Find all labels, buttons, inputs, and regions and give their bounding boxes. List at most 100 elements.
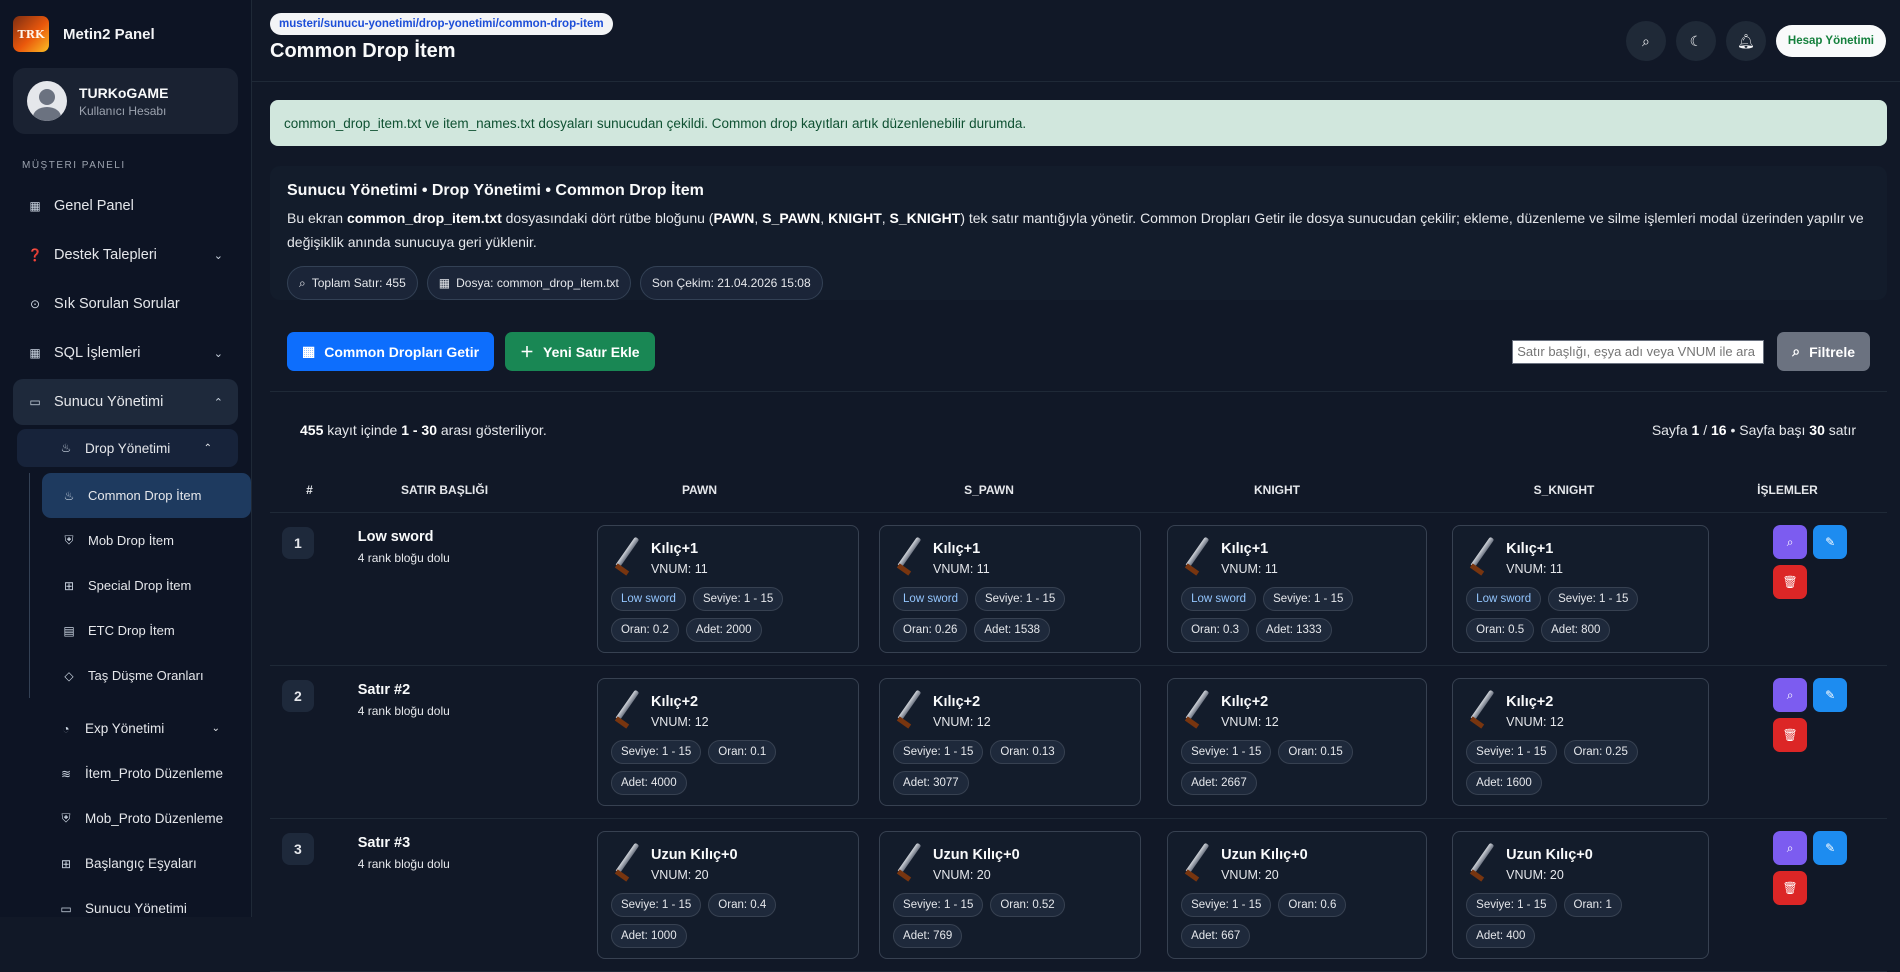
delete-button[interactable]: 🗑︎ [1773,565,1808,599]
delete-button[interactable]: 🗑︎ [1773,718,1808,752]
item-tags: Low sword Seviye: 1 - 15 Oran: 0.5 Adet: 80… [1466,587,1695,642]
add-row-button[interactable]: ＋ Yeni Satır Ekle [505,332,655,371]
row-number: 3 [282,833,314,865]
item-vnum: VNUM: 11 [1506,561,1563,576]
gift-icon: ⊞ [63,578,75,593]
shield-icon: ⛨ [64,533,74,547]
sidebar-item-label: Destek Talepleri [54,247,157,263]
edit-button[interactable]: ✎ [1813,831,1848,865]
search-input[interactable] [1512,339,1765,364]
theme-toggle-button[interactable]: ☾ [1675,21,1716,61]
sidebar-item-genel-panel[interactable]: ▦ Genel Panel [13,183,238,229]
rank-card[interactable]: Uzun Kılıç+0 VNUM: 20 Seviye: 1 - 15 Oran: … [1167,831,1428,959]
item-tag: Oran: 0.25 [1563,740,1638,764]
user-card[interactable]: TURKoGAME Kullanıcı Hesabı [13,68,238,134]
sidebar-item-item-proto[interactable]: ≋ İtem_Proto Düzenleme [13,751,238,796]
chip-total-rows: ⌕ Toplam Satır: 455 [287,266,418,300]
trash-icon: 🗑︎ [1782,575,1798,589]
item-tag: Seviye: 1 - 15 [1181,740,1272,764]
rank-card[interactable]: Uzun Kılıç+0 VNUM: 20 Seviye: 1 - 15 Oran: … [879,831,1142,959]
item-tag: Adet: 1600 [1466,771,1542,795]
item-tag: Seviye: 1 - 15 [1466,893,1557,917]
item-name: Kılıç+2 [933,693,981,710]
table-body: 1 Low sword 4 rank bloğu dolu Kılıç+1 VNUM: … [252,513,1900,972]
rank-card[interactable]: Kılıç+2 VNUM: 12 Seviye: 1 - 15 Oran: 0.25 A… [1452,678,1710,806]
sidebar-item-special-drop[interactable]: ⊞ Special Drop İtem [42,563,238,608]
user-name: TURKoGAME [79,84,169,101]
rank-card[interactable]: Kılıç+2 VNUM: 12 Seviye: 1 - 15 Oran: 0.15 A… [1167,678,1428,806]
plus-icon: ＋ [520,343,535,360]
layers-icon: ≋ [60,766,72,781]
item-tag: Seviye: 1 - 15 [610,740,702,764]
rank-card[interactable]: Uzun Kılıç+0 VNUM: 20 Seviye: 1 - 15 Oran: … [1452,831,1710,959]
chevron-up-icon: ⌃ [213,396,223,409]
item-tag: Oran: 0.26 [893,618,968,642]
breadcrumb[interactable]: musteri/sunucu-yonetimi/drop-yonetimi/co… [270,13,613,35]
edit-button[interactable]: ✎ [1813,525,1848,559]
fetch-drops-button[interactable]: ▦ Common Dropları Getir [287,332,495,371]
grid-icon: ▦ [29,346,41,360]
sidebar-item-exp[interactable]: ◔ Exp Yönetimi ⌄ [13,706,238,751]
sword-icon [1466,690,1496,732]
item-tag: Oran: 0.1 [708,740,777,764]
row-subtitle: 4 rank bloğu dolu [357,857,450,871]
rank-card[interactable]: Kılıç+1 VNUM: 11 Low sword Seviye: 1 - 15 Or… [879,525,1142,653]
sword-icon [893,843,923,885]
delete-button[interactable]: 🗑︎ [1773,871,1808,905]
rank-card[interactable]: Kılıç+2 VNUM: 12 Seviye: 1 - 15 Oran: 0.1 Ad… [596,678,860,806]
rank-card[interactable]: Kılıç+1 VNUM: 11 Low sword Seviye: 1 - 15 Or… [596,525,860,653]
item-vnum: VNUM: 11 [1221,561,1278,576]
rank-card[interactable]: Kılıç+1 VNUM: 11 Low sword Seviye: 1 - 15 Or… [1167,525,1428,653]
column-header: PAWN [681,482,718,497]
item-tags: Seviye: 1 - 15 Oran: 0.4 Adet: 1000 [610,893,845,948]
item-tag: Seviye: 1 - 15 [1466,740,1557,764]
info-heading: Sunucu Yönetimi • Drop Yönetimi • Common… [287,182,704,199]
row-number: 1 [282,527,314,559]
bell-icon: 🔔︎ [1737,32,1755,49]
search-button[interactable]: ⌕ [1625,21,1666,61]
brand[interactable]: TRK Metin2 Panel [13,14,238,54]
sidebar-item-common-drop[interactable]: ♨ Common Drop İtem [42,473,251,518]
row-title-cell: Satır #3 4 rank bloğu dolu [358,831,571,959]
rank-card[interactable]: Kılıç+1 VNUM: 11 Low sword Seviye: 1 - 15 Or… [1452,525,1710,653]
sidebar-item-mob-drop[interactable]: ⛨ Mob Drop İtem [42,518,238,563]
search-icon: ⌕ [1792,343,1801,359]
gift-icon: ⊞ [60,856,72,871]
sidebar-item-sunucu-2[interactable]: ▭ Sunucu Yönetimi [13,886,238,917]
column-header: KNIGHT [1254,482,1300,497]
rank-card[interactable]: Uzun Kılıç+0 VNUM: 20 Seviye: 1 - 15 Oran: … [596,831,860,959]
item-tag: Oran: 0.52 [990,893,1065,917]
item-tag: Oran: 0.5 [1466,618,1535,642]
info-chips: ⌕ Toplam Satır: 455 ▦ Dosya: common_drop_i… [287,266,1870,300]
sidebar-item-mob-proto[interactable]: ⛨ Mob_Proto Düzenleme [13,796,238,841]
item-tag: Oran: 0.6 [1278,893,1347,917]
sidebar-item-sunucu[interactable]: ▭ Sunucu Yönetimi ⌃ [13,379,238,425]
user-subtitle: Kullanıcı Hesabı [79,103,167,118]
item-tag: Oran: 0.15 [1278,740,1353,764]
item-name: Uzun Kılıç+0 [650,846,738,863]
trash-icon: 🗑︎ [1782,881,1798,895]
sidebar-item-etc-drop[interactable]: ▤ ETC Drop İtem [42,608,238,653]
filter-button[interactable]: ⌕ Filtrele [1777,332,1870,371]
edit-button[interactable]: ✎ [1813,678,1848,712]
column-header: S_KNIGHT [1533,482,1595,497]
view-button[interactable]: ⌕ [1773,525,1808,559]
chip-label: Son Çekim: 21.04.2026 15:08 [651,276,811,290]
rank-card[interactable]: Kılıç+2 VNUM: 12 Seviye: 1 - 15 Oran: 0.13 A… [879,678,1142,806]
total-count: 455 [300,421,324,438]
item-vnum: VNUM: 20 [933,867,991,882]
sidebar-item-sql[interactable]: ▦ SQL İşlemleri ⌄ [13,330,238,376]
sidebar-item-baslangic[interactable]: ⊞ Başlangıç Eşyaları [13,841,238,886]
sidebar-item-sss[interactable]: ⊙ Sık Sorulan Sorular [13,281,238,327]
notifications-button[interactable]: 🔔︎ [1725,21,1766,61]
sidebar-item-destek[interactable]: ❓ Destek Talepleri ⌄ [13,232,238,278]
sidebar-item-tas-dusme[interactable]: ◇ Taş Düşme Oranları [42,653,238,698]
account-button[interactable]: Hesap Yönetimi [1775,25,1886,57]
topbar: musteri/sunucu-yonetimi/drop-yonetimi/co… [252,0,1900,82]
view-button[interactable]: ⌕ [1773,831,1808,865]
sidebar-item-drop-yonetimi[interactable]: ♨ Drop Yönetimi ⌃ [17,429,238,467]
item-tag: Low sword [1181,587,1257,611]
view-button[interactable]: ⌕ [1773,678,1808,712]
summary-text: / [1699,421,1711,438]
row-actions: ⌕ ✎ 🗑︎ [1733,525,1887,653]
